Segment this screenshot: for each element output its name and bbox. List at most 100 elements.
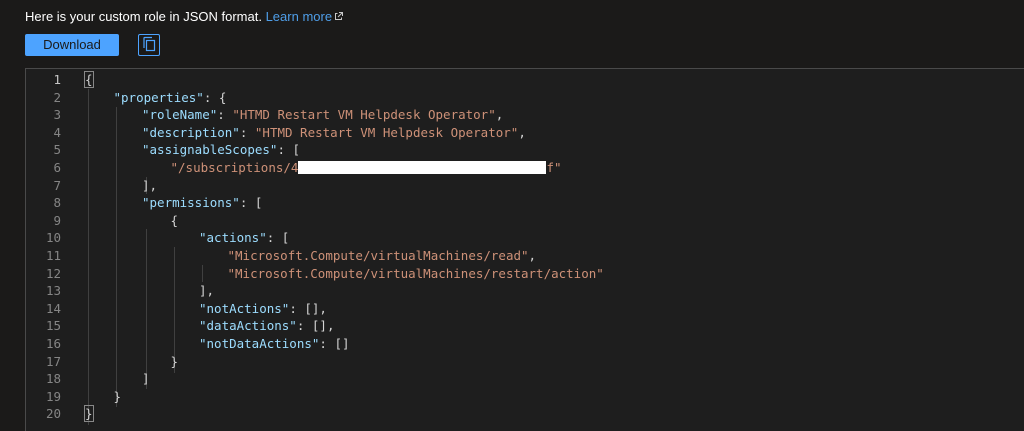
code-line[interactable]: 4 "description": "HTMD Restart VM Helpdes… (26, 124, 1024, 142)
copy-button[interactable] (138, 34, 160, 56)
code-content[interactable]: ], (199, 282, 214, 300)
json-punctuation: : [ (277, 142, 301, 158)
code-line[interactable]: 6 "/subscriptions/4 f" (26, 159, 1024, 177)
json-punctuation: ], (142, 177, 158, 193)
code-line[interactable]: 19} (26, 388, 1024, 406)
json-string: "Microsoft.Compute/virtualMachines/read" (227, 248, 529, 263)
code-line[interactable]: 18] (26, 370, 1024, 388)
intro-label: Here is your custom role in JSON format. (25, 9, 266, 24)
code-line[interactable]: 12 "Microsoft.Compute/virtualMachines/res… (26, 265, 1024, 283)
code-line[interactable]: 14 "notActions": [], (26, 300, 1024, 318)
json-string: "HTMD Restart VM Helpdesk Operator" (232, 107, 496, 123)
line-number: 10 (45, 230, 61, 246)
code-content[interactable]: "Microsoft.Compute/virtualMachines/resta… (228, 265, 604, 283)
code-line[interactable]: 1{ (26, 71, 1024, 89)
code-line[interactable]: 17} (26, 353, 1024, 371)
json-string: "HTMD Restart VM Helpdesk Operator" (254, 124, 519, 140)
copy-icon (142, 36, 156, 55)
code-content[interactable]: "roleName": "HTMD Restart VM Helpdesk Op… (142, 106, 503, 124)
code-content[interactable]: "properties": { (114, 89, 227, 107)
intro-text: Here is your custom role in JSON format.… (25, 9, 344, 24)
code-content[interactable]: } (114, 388, 122, 406)
learn-more-link[interactable]: Learn more (266, 9, 344, 24)
code-content[interactable]: "/subscriptions/4 f" (171, 159, 562, 177)
learn-more-label[interactable]: Learn more (266, 9, 332, 24)
code-line[interactable]: 8 "permissions": [ (26, 194, 1024, 212)
json-key: "notDataActions" (199, 336, 320, 351)
line-number: 3 (53, 107, 61, 123)
code-line[interactable]: 9{ (26, 212, 1024, 230)
line-number: 6 (53, 160, 61, 175)
code-content[interactable]: "assignableScopes": [ (142, 141, 300, 159)
json-punctuation: , (528, 248, 537, 263)
json-punctuation: : [], (289, 300, 327, 316)
line-number: 2 (53, 89, 61, 105)
json-punctuation: , (495, 107, 504, 123)
code-content[interactable]: } (84, 405, 94, 423)
json-punctuation: : { (203, 89, 227, 105)
line-number: 16 (45, 336, 61, 351)
json-punctuation: } (113, 388, 122, 404)
code-line[interactable]: 10 "actions": [ (26, 229, 1024, 247)
json-punctuation: { (170, 212, 179, 228)
code-content[interactable]: { (171, 212, 179, 230)
code-line[interactable]: 11 "Microsoft.Compute/virtualMachines/rea… (26, 247, 1024, 265)
json-key: "permissions" (142, 195, 240, 211)
code-line[interactable]: 5 "assignableScopes": [ (26, 141, 1024, 159)
code-line[interactable]: 13], (26, 282, 1024, 300)
external-link-icon[interactable] (334, 9, 344, 24)
redacted-subscription-id (298, 161, 547, 174)
json-string: "/subscriptions/4 (170, 160, 299, 175)
line-number: 12 (45, 265, 61, 281)
code-content[interactable]: "permissions": [ (142, 194, 262, 212)
code-content[interactable]: "notActions": [], (199, 300, 327, 318)
line-number: 9 (53, 212, 61, 228)
code-line[interactable]: 20} (26, 405, 1024, 423)
json-key: "actions" (199, 230, 267, 246)
json-punctuation: , (518, 124, 526, 140)
code-content[interactable]: "description": "HTMD Restart VM Helpdesk… (142, 124, 526, 142)
code-line[interactable]: 3 "roleName": "HTMD Restart VM Helpdesk O… (26, 106, 1024, 124)
code-content[interactable]: ] (142, 370, 150, 388)
code-content[interactable]: "Microsoft.Compute/virtualMachines/read"… (228, 247, 537, 265)
line-number: 20 (45, 406, 61, 422)
json-key: "notActions" (199, 300, 290, 316)
json-punctuation: } (170, 353, 179, 369)
json-punctuation: { (84, 71, 94, 88)
json-punctuation: ], (199, 283, 215, 299)
json-punctuation: } (84, 405, 94, 423)
line-number: 19 (45, 388, 61, 404)
code-content[interactable]: ], (142, 177, 157, 195)
json-punctuation: : [], (296, 318, 335, 334)
json-string: "Microsoft.Compute/virtualMachines/resta… (227, 265, 604, 281)
line-number: 13 (45, 283, 61, 299)
code-line[interactable]: 15 "dataActions": [], (26, 317, 1024, 335)
json-key: "description" (142, 124, 240, 140)
download-button[interactable]: Download (25, 34, 119, 56)
json-punctuation: : [ (239, 195, 263, 211)
line-number: 15 (45, 318, 61, 334)
code-line[interactable]: 2 "properties": { (26, 89, 1024, 107)
json-punctuation: : [] (319, 336, 350, 351)
code-content[interactable]: "dataActions": [], (199, 317, 334, 335)
code-content[interactable]: "notDataActions": [] (199, 335, 350, 353)
line-number: 18 (45, 371, 61, 387)
json-code-editor[interactable]: 1{2 "properties": {3 "roleName": "HTMD Res… (25, 68, 1024, 431)
json-key: "roleName" (142, 107, 218, 123)
line-number: 17 (45, 353, 61, 369)
code-content[interactable]: { (84, 71, 94, 89)
code-line[interactable]: 16 "notDataActions": [] (26, 335, 1024, 353)
line-number: 5 (53, 142, 61, 158)
json-punctuation: ] (142, 371, 150, 387)
json-punctuation: : (239, 124, 255, 140)
line-number: 1 (53, 72, 61, 87)
code-line[interactable]: 7], (26, 177, 1024, 195)
line-number: 14 (45, 300, 61, 316)
json-key: "assignableScopes" (142, 142, 278, 158)
json-string: f" (546, 160, 562, 175)
code-content[interactable]: } (171, 353, 179, 371)
line-number: 11 (45, 248, 61, 263)
json-punctuation: : (217, 107, 233, 123)
code-content[interactable]: "actions": [ (199, 229, 289, 247)
line-number: 8 (53, 195, 61, 211)
